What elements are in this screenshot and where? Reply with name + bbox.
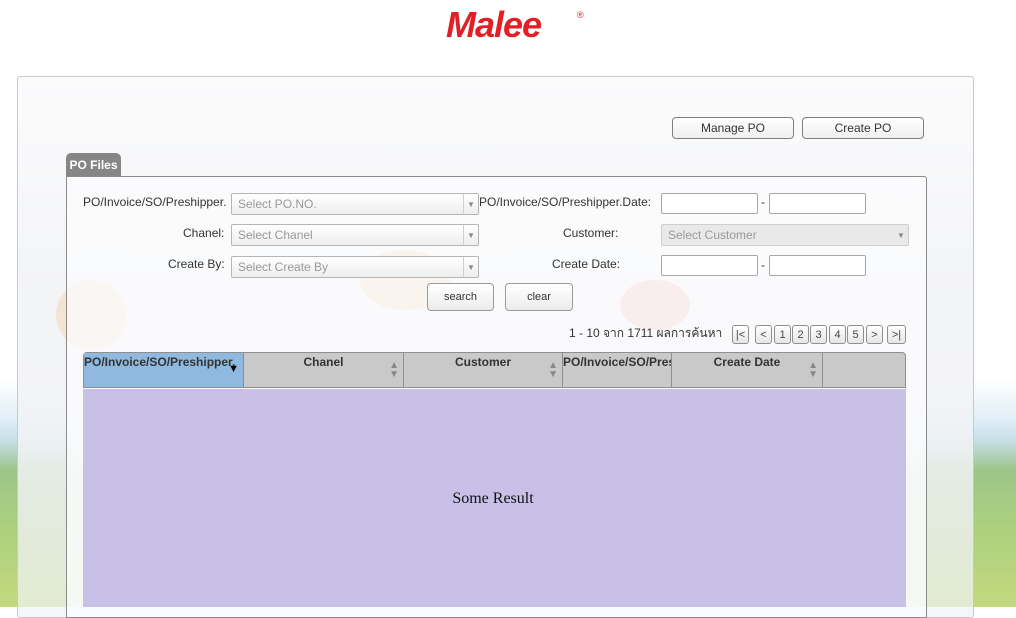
column-title: Chanel (303, 355, 344, 369)
search-button[interactable]: search (427, 283, 494, 311)
chanel-select[interactable]: Select Chanel ▼ (231, 224, 479, 246)
pager-page-3[interactable]: 3 (810, 325, 827, 344)
column-header-actions (823, 353, 905, 387)
po-number-placeholder: Select PO.NO. (238, 197, 317, 211)
po-date-range-dash: - (761, 195, 765, 209)
column-title: PO/Invoice/SO/Preshipper.Date (563, 355, 671, 369)
create-by-select[interactable]: Select Create By ▼ (231, 256, 479, 278)
grid-header: PO/Invoice/SO/Preshipper. ▼ Chanel ▲ ▼ Cu… (83, 352, 906, 388)
chevron-down-icon: ▼ (463, 194, 478, 214)
create-by-label: Create By: (168, 257, 225, 271)
clear-button[interactable]: clear (505, 283, 573, 311)
po-number-label: PO/Invoice/SO/Preshipper. (83, 195, 227, 209)
customer-label: Customer: (563, 226, 619, 240)
create-date-range-dash: - (761, 258, 765, 272)
column-header-create-date[interactable]: Create Date ▲ ▼ (672, 353, 823, 387)
chevron-down-icon: ▼ (463, 225, 478, 245)
column-header-customer[interactable]: Customer ▲ ▼ (404, 353, 563, 387)
pager-first-button[interactable]: |< (732, 325, 749, 344)
column-title: Customer (454, 355, 511, 369)
sort-icon: ▲ ▼ (548, 360, 558, 380)
sort-icon: ▲ ▼ (389, 360, 399, 380)
pager-summary: 1 - 10 จาก 1711 ผลการค้นหา (569, 326, 723, 340)
create-date-label: Create Date: (552, 257, 621, 271)
pager-page-1[interactable]: 1 (774, 325, 791, 344)
chanel-placeholder: Select Chanel (238, 228, 313, 242)
sort-desc-icon: ▼ (228, 363, 239, 375)
po-date-from-input[interactable] (661, 193, 758, 214)
create-by-placeholder: Select Create By (238, 260, 329, 274)
column-header-po-number[interactable]: PO/Invoice/SO/Preshipper. ▼ (84, 353, 244, 387)
tab-po-files[interactable]: PO Files (66, 153, 121, 176)
chevron-down-icon: ▼ (463, 257, 478, 277)
manage-po-button[interactable]: Manage PO (672, 117, 794, 139)
chanel-label: Chanel: (183, 226, 225, 240)
pager-last-button[interactable]: >| (887, 325, 906, 344)
po-number-select[interactable]: Select PO.NO. ▼ (231, 193, 479, 215)
pager-next-button[interactable]: > (866, 325, 883, 344)
create-date-to-input[interactable] (769, 255, 866, 276)
customer-placeholder: Select Customer (668, 228, 757, 242)
result-area: Some Result (83, 389, 906, 607)
column-header-chanel[interactable]: Chanel ▲ ▼ (244, 353, 404, 387)
sort-icon: ▲ ▼ (808, 360, 818, 380)
column-header-po-date[interactable]: PO/Invoice/SO/Preshipper.Date (563, 353, 672, 387)
chevron-down-icon: ▼ (897, 230, 905, 240)
registered-mark: ® (577, 10, 584, 20)
po-date-label: PO/Invoice/SO/Preshipper.Date: (479, 195, 652, 209)
column-title: Create Date (713, 355, 781, 369)
create-date-from-input[interactable] (661, 255, 758, 276)
pager-page-4[interactable]: 4 (829, 325, 846, 344)
pager-page-2[interactable]: 2 (792, 325, 809, 344)
logo-text: Malee (446, 4, 542, 45)
pager-prev-button[interactable]: < (755, 325, 772, 344)
column-title: PO/Invoice/SO/Preshipper. (84, 355, 236, 369)
customer-select[interactable]: Select Customer ▼ (661, 224, 909, 246)
result-text: Some Result (452, 490, 534, 507)
po-date-to-input[interactable] (769, 193, 866, 214)
pager-page-5[interactable]: 5 (847, 325, 864, 344)
malee-logo: Malee ® (446, 4, 586, 45)
create-po-button[interactable]: Create PO (802, 117, 924, 139)
